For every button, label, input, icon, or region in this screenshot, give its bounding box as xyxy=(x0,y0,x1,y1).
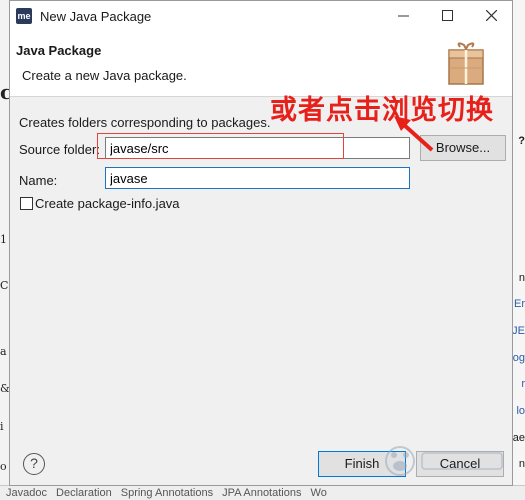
watermark-logo-icon xyxy=(385,446,503,476)
annotation-arrow-icon xyxy=(394,116,434,152)
